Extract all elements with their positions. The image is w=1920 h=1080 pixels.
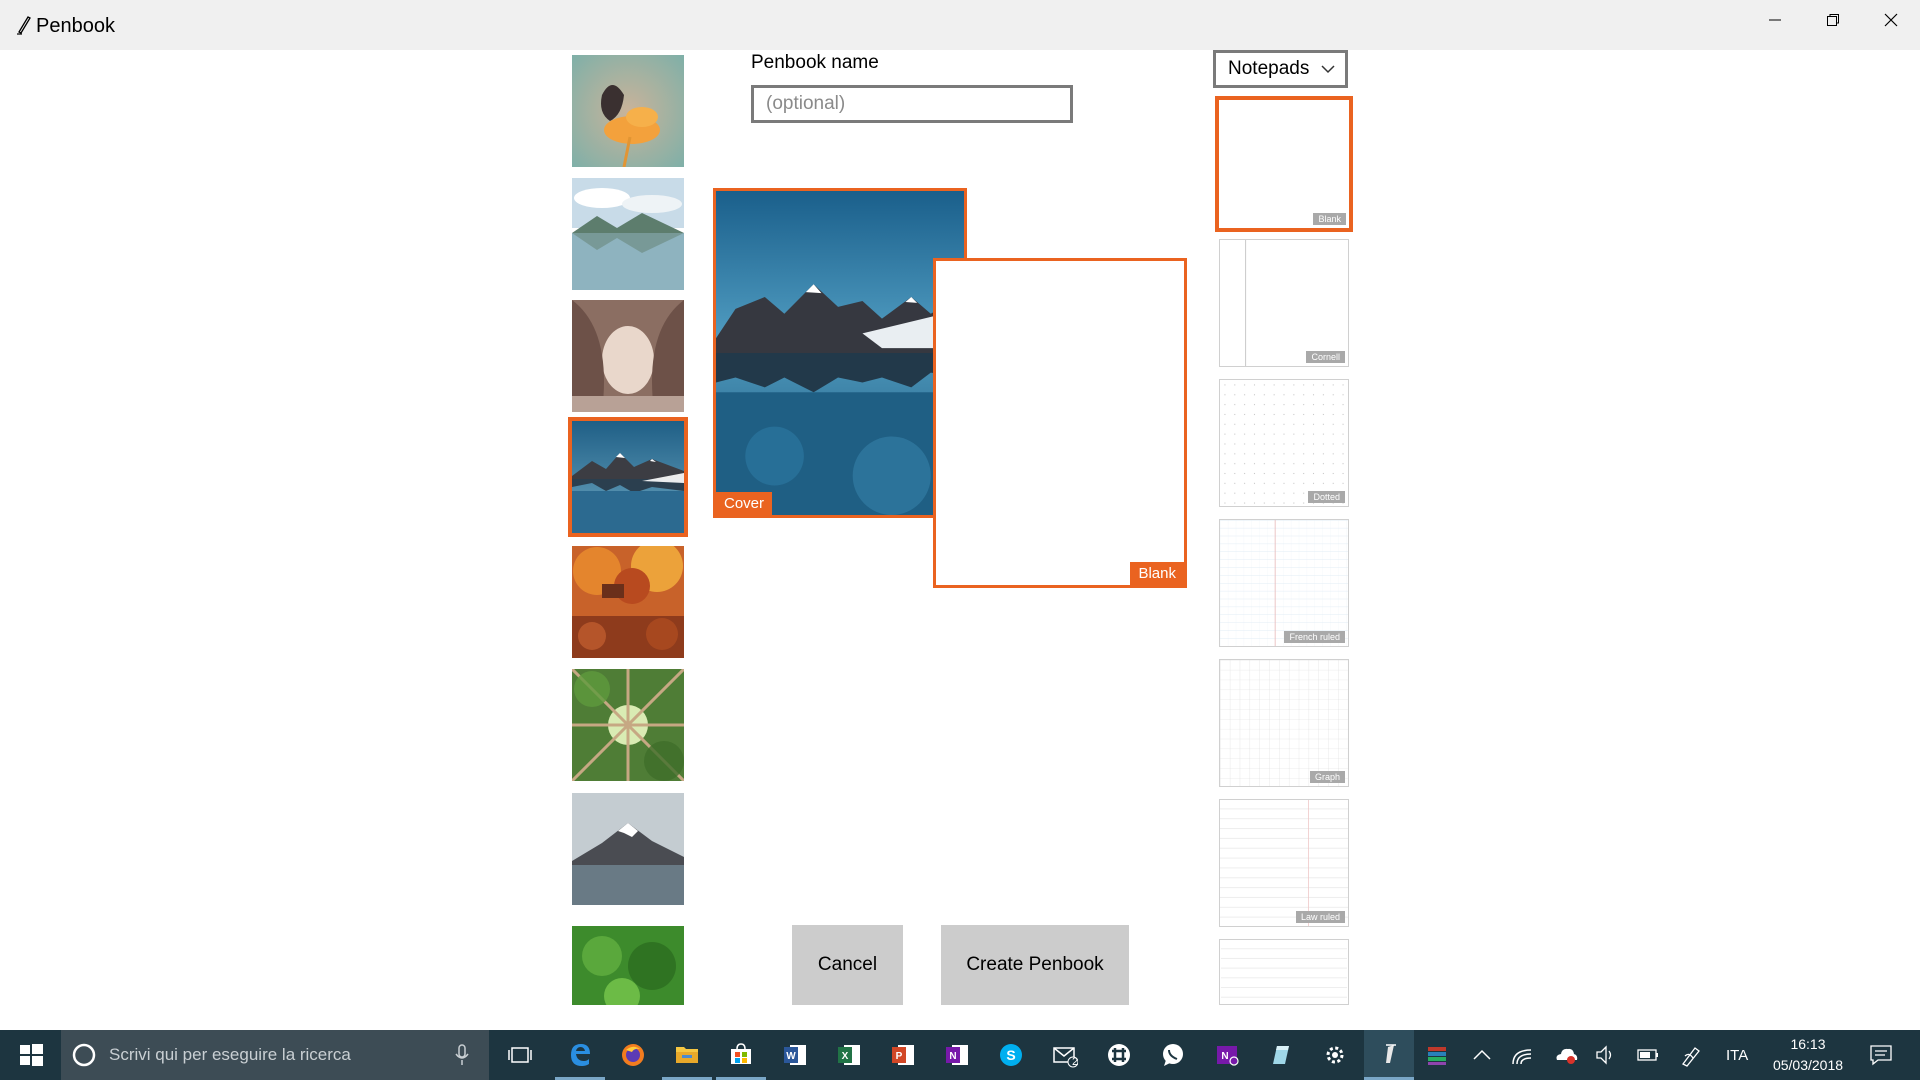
cancel-button[interactable]: Cancel (792, 925, 903, 1005)
notes-app-icon[interactable] (1256, 1030, 1306, 1080)
minimize-icon (1769, 19, 1781, 21)
title-bar (0, 0, 1920, 50)
penbook-taskbar-icon[interactable] (1364, 1030, 1414, 1080)
cover-thumbnail-mountain-lake[interactable] (568, 417, 688, 537)
minimize-button[interactable] (1746, 0, 1804, 40)
search-placeholder: Scrivi qui per eseguire la ricerca (109, 1045, 351, 1064)
settings-icon[interactable] (1310, 1030, 1360, 1080)
svg-text:S: S (1006, 1047, 1015, 1063)
cover-thumbnail-butterfly[interactable] (572, 55, 684, 167)
template-label: Dotted (1308, 491, 1345, 503)
microphone-icon (455, 1044, 469, 1065)
edge-icon[interactable] (555, 1030, 605, 1080)
pen-workspace-icon[interactable] (1672, 1030, 1712, 1080)
restore-icon (1827, 14, 1839, 26)
chevron-down-icon (1321, 65, 1335, 74)
clock[interactable]: 16:13 05/03/2018 (1768, 1030, 1848, 1080)
powerpoint-icon[interactable]: P (878, 1030, 928, 1080)
store-icon[interactable] (716, 1030, 766, 1080)
svg-text:W: W (786, 1051, 796, 1062)
template-graph[interactable]: Graph (1219, 659, 1349, 787)
cover-thumbnail-tree-tunnel[interactable] (572, 300, 684, 412)
volume-icon[interactable] (1586, 1030, 1626, 1080)
file-explorer-icon[interactable] (662, 1030, 712, 1080)
cover-thumbnail-snowy-mountain[interactable] (572, 793, 684, 905)
mail-icon[interactable]: 2 (1040, 1030, 1090, 1080)
restore-button[interactable] (1804, 0, 1862, 40)
action-center-icon[interactable] (1856, 1030, 1906, 1080)
page-preview: Blank (933, 258, 1187, 588)
word-icon[interactable]: W (770, 1030, 820, 1080)
penbook-name-input[interactable] (751, 85, 1073, 123)
cover-preview: Cover (713, 188, 967, 518)
show-hidden-icons-icon[interactable] (1462, 1030, 1502, 1080)
battery-icon[interactable] (1628, 1030, 1668, 1080)
template-dotted[interactable]: Dotted (1219, 379, 1349, 507)
template-label: Cornell (1306, 351, 1345, 363)
template-label: Law ruled (1295, 911, 1345, 923)
svg-text:N: N (949, 1051, 956, 1062)
onenote-icon[interactable]: N (932, 1030, 982, 1080)
cover-thumbnail-forest[interactable] (572, 669, 684, 781)
mail-badge: 2 (1072, 1056, 1079, 1068)
close-icon (1884, 13, 1898, 27)
app-title: Penbook (36, 15, 115, 37)
pen-icon (16, 15, 32, 35)
template-law-ruled[interactable]: Law ruled (1219, 799, 1349, 927)
template-label: Graph (1309, 771, 1345, 783)
template-cornell[interactable]: Cornell (1219, 239, 1349, 367)
excel-icon[interactable]: X (824, 1030, 874, 1080)
svg-text:X: X (842, 1051, 849, 1062)
template-lined[interactable] (1219, 939, 1349, 1005)
clock-date: 05/03/2018 (1772, 1057, 1844, 1073)
winrar-icon[interactable] (1412, 1030, 1462, 1080)
task-view-icon[interactable] (495, 1030, 545, 1080)
template-label: Blank (1313, 213, 1346, 225)
dropdown-selected-label: Notepads (1228, 58, 1310, 79)
template-label: French ruled (1284, 631, 1345, 643)
cover-thumbnail-foliage[interactable] (572, 915, 684, 1005)
onenote-2016-icon[interactable]: N (1202, 1030, 1252, 1080)
template-blank[interactable]: Blank (1215, 96, 1353, 232)
svg-text:P: P (896, 1051, 903, 1062)
taskbar-search[interactable]: Scrivi qui per eseguire la ricerca (61, 1030, 489, 1080)
notepads-dropdown[interactable]: Notepads (1213, 50, 1348, 88)
whatsapp-icon[interactable] (1148, 1030, 1198, 1080)
cover-tag: Cover (716, 492, 773, 515)
svg-text:N: N (1221, 1051, 1228, 1062)
onedrive-icon[interactable] (1546, 1030, 1586, 1080)
slack-icon[interactable] (1094, 1030, 1144, 1080)
penbook-name-label: Penbook name (751, 52, 879, 73)
cover-thumbnail-lake[interactable] (572, 178, 684, 290)
page-tag: Blank (1130, 562, 1184, 585)
close-button[interactable] (1862, 0, 1920, 40)
template-french-ruled[interactable]: French ruled (1219, 519, 1349, 647)
network-icon[interactable] (1502, 1030, 1542, 1080)
language-indicator[interactable]: ITA (1726, 1030, 1748, 1080)
skype-icon[interactable]: S (986, 1030, 1036, 1080)
clock-time: 16:13 (1790, 1036, 1826, 1052)
cover-thumbnail-autumn[interactable] (572, 546, 684, 658)
windows-logo-icon (20, 1044, 43, 1066)
create-penbook-button[interactable]: Create Penbook (941, 925, 1129, 1005)
cortana-icon (72, 1043, 96, 1067)
firefox-icon[interactable] (608, 1030, 658, 1080)
start-button[interactable] (6, 1030, 56, 1080)
